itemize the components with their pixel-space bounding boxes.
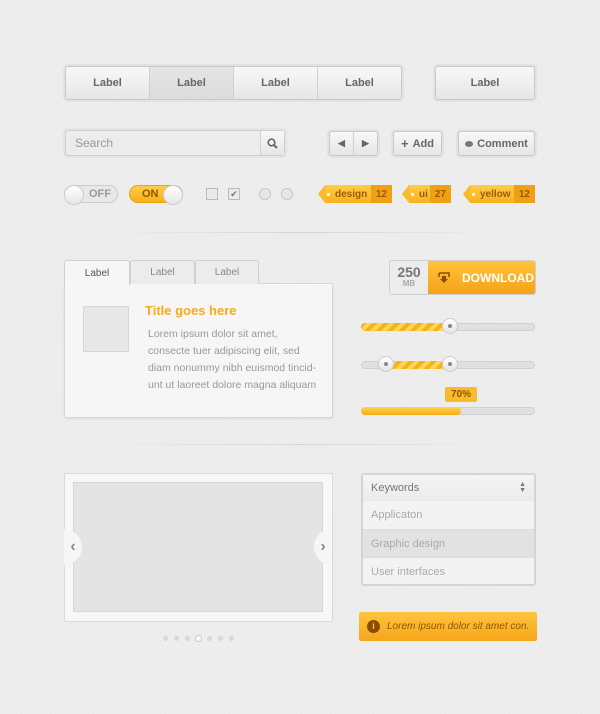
thumbnail bbox=[83, 306, 129, 352]
select-option[interactable]: Applicaton bbox=[363, 501, 534, 529]
plus-icon: + bbox=[401, 136, 409, 151]
progress-tooltip: 70% bbox=[445, 387, 477, 402]
panel-title: Title goes here bbox=[145, 303, 237, 318]
divider bbox=[100, 232, 500, 233]
segment-3[interactable]: Label bbox=[234, 67, 318, 99]
alert-banner: i Lorem ipsum dolor sit amet con. bbox=[359, 612, 537, 641]
checkbox-checked[interactable]: ✔ bbox=[228, 188, 240, 200]
tag-count: 12 bbox=[370, 185, 392, 203]
tag-ui[interactable]: ui 27 bbox=[402, 185, 451, 203]
search-input[interactable] bbox=[66, 131, 256, 155]
size-unit: MB bbox=[402, 279, 416, 288]
body-line: consecte tuer adipiscing elit, sed bbox=[148, 345, 300, 357]
toggle-on-label: ON bbox=[142, 188, 159, 200]
radio-1[interactable] bbox=[259, 188, 271, 200]
tag-yellow[interactable]: yellow 12 bbox=[463, 185, 535, 203]
search-icon bbox=[267, 137, 278, 149]
tag-label: yellow bbox=[480, 188, 511, 200]
tag-label: ui bbox=[419, 188, 428, 200]
page-dot[interactable] bbox=[163, 636, 168, 641]
body-line: unt ut laoreet dolore magna aliquam bbox=[148, 379, 317, 391]
page-dot[interactable] bbox=[207, 636, 212, 641]
segment-1[interactable]: Label bbox=[66, 67, 150, 99]
file-size: 250 MB bbox=[390, 261, 428, 294]
page-dot-active[interactable] bbox=[195, 635, 202, 642]
toggle-off[interactable]: OFF bbox=[64, 185, 118, 205]
radio-2[interactable] bbox=[281, 188, 293, 200]
slider-handle-high[interactable] bbox=[441, 356, 458, 372]
download-button[interactable]: DOWNLOAD bbox=[428, 261, 535, 294]
page-dot[interactable] bbox=[229, 636, 234, 641]
info-icon: i bbox=[367, 620, 380, 633]
toggle-off-label: OFF bbox=[89, 188, 111, 200]
carousel bbox=[64, 473, 333, 622]
tag-count: 27 bbox=[429, 185, 451, 203]
size-value: 250 bbox=[397, 264, 421, 280]
tab-3[interactable]: Label bbox=[195, 260, 259, 284]
select-header[interactable]: Keywords ▲ ▼ bbox=[363, 475, 534, 501]
pager: ◀ ▶ bbox=[329, 131, 378, 156]
page-dot[interactable] bbox=[218, 636, 223, 641]
progress-bar bbox=[361, 407, 535, 415]
tag-design[interactable]: design 12 bbox=[318, 185, 392, 203]
checkbox-unchecked[interactable] bbox=[206, 188, 218, 200]
carousel-image bbox=[73, 482, 323, 612]
body-line: diam nonummy nibh euismod tincid- bbox=[148, 362, 317, 374]
panel-body: Lorem ipsum dolor sit amet, consecte tue… bbox=[148, 326, 316, 394]
alert-text: Lorem ipsum dolor sit amet con. bbox=[387, 621, 530, 632]
tab-1[interactable]: Label bbox=[64, 260, 130, 285]
divider bbox=[100, 444, 500, 445]
body-line: Lorem ipsum dolor sit amet, bbox=[148, 328, 278, 340]
tab-panel: Title goes here Lorem ipsum dolor sit am… bbox=[64, 283, 333, 418]
sort-arrows-icon: ▲ ▼ bbox=[519, 481, 526, 494]
select-option-highlighted[interactable]: Graphic design bbox=[363, 529, 534, 557]
add-label: Add bbox=[412, 137, 434, 150]
download-label: DOWNLOAD bbox=[462, 270, 534, 285]
search-box bbox=[65, 130, 285, 156]
next-button[interactable]: ▶ bbox=[354, 132, 377, 155]
prev-button[interactable]: ◀ bbox=[330, 132, 354, 155]
download-widget: 250 MB DOWNLOAD bbox=[389, 260, 536, 295]
keywords-select[interactable]: Keywords ▲ ▼ Applicaton Graphic design Use… bbox=[361, 473, 536, 586]
segment-2[interactable]: Label bbox=[150, 67, 234, 99]
tag-count: 12 bbox=[513, 185, 535, 203]
download-icon bbox=[438, 271, 450, 283]
slider-handle-low[interactable] bbox=[378, 356, 395, 372]
search-button[interactable] bbox=[260, 131, 284, 155]
tab-2[interactable]: Label bbox=[130, 260, 195, 284]
segment-4[interactable]: Label bbox=[318, 67, 401, 99]
segmented-control: Label Label Label Label bbox=[65, 66, 402, 100]
comment-button[interactable]: Comment bbox=[458, 131, 535, 156]
slider-single[interactable] bbox=[361, 318, 535, 334]
add-button[interactable]: + Add bbox=[393, 131, 442, 156]
select-option[interactable]: User interfaces bbox=[363, 557, 534, 585]
comment-label: Comment bbox=[477, 137, 528, 150]
page-dot[interactable] bbox=[174, 636, 179, 641]
select-label: Keywords bbox=[371, 482, 420, 494]
tag-label: design bbox=[335, 188, 368, 200]
slider-range[interactable] bbox=[361, 356, 535, 372]
slider-handle[interactable] bbox=[441, 318, 458, 334]
toggle-on[interactable]: ON bbox=[129, 185, 183, 205]
page-dot[interactable] bbox=[185, 636, 190, 641]
comment-icon bbox=[465, 140, 474, 147]
label-button[interactable]: Label bbox=[435, 66, 535, 100]
